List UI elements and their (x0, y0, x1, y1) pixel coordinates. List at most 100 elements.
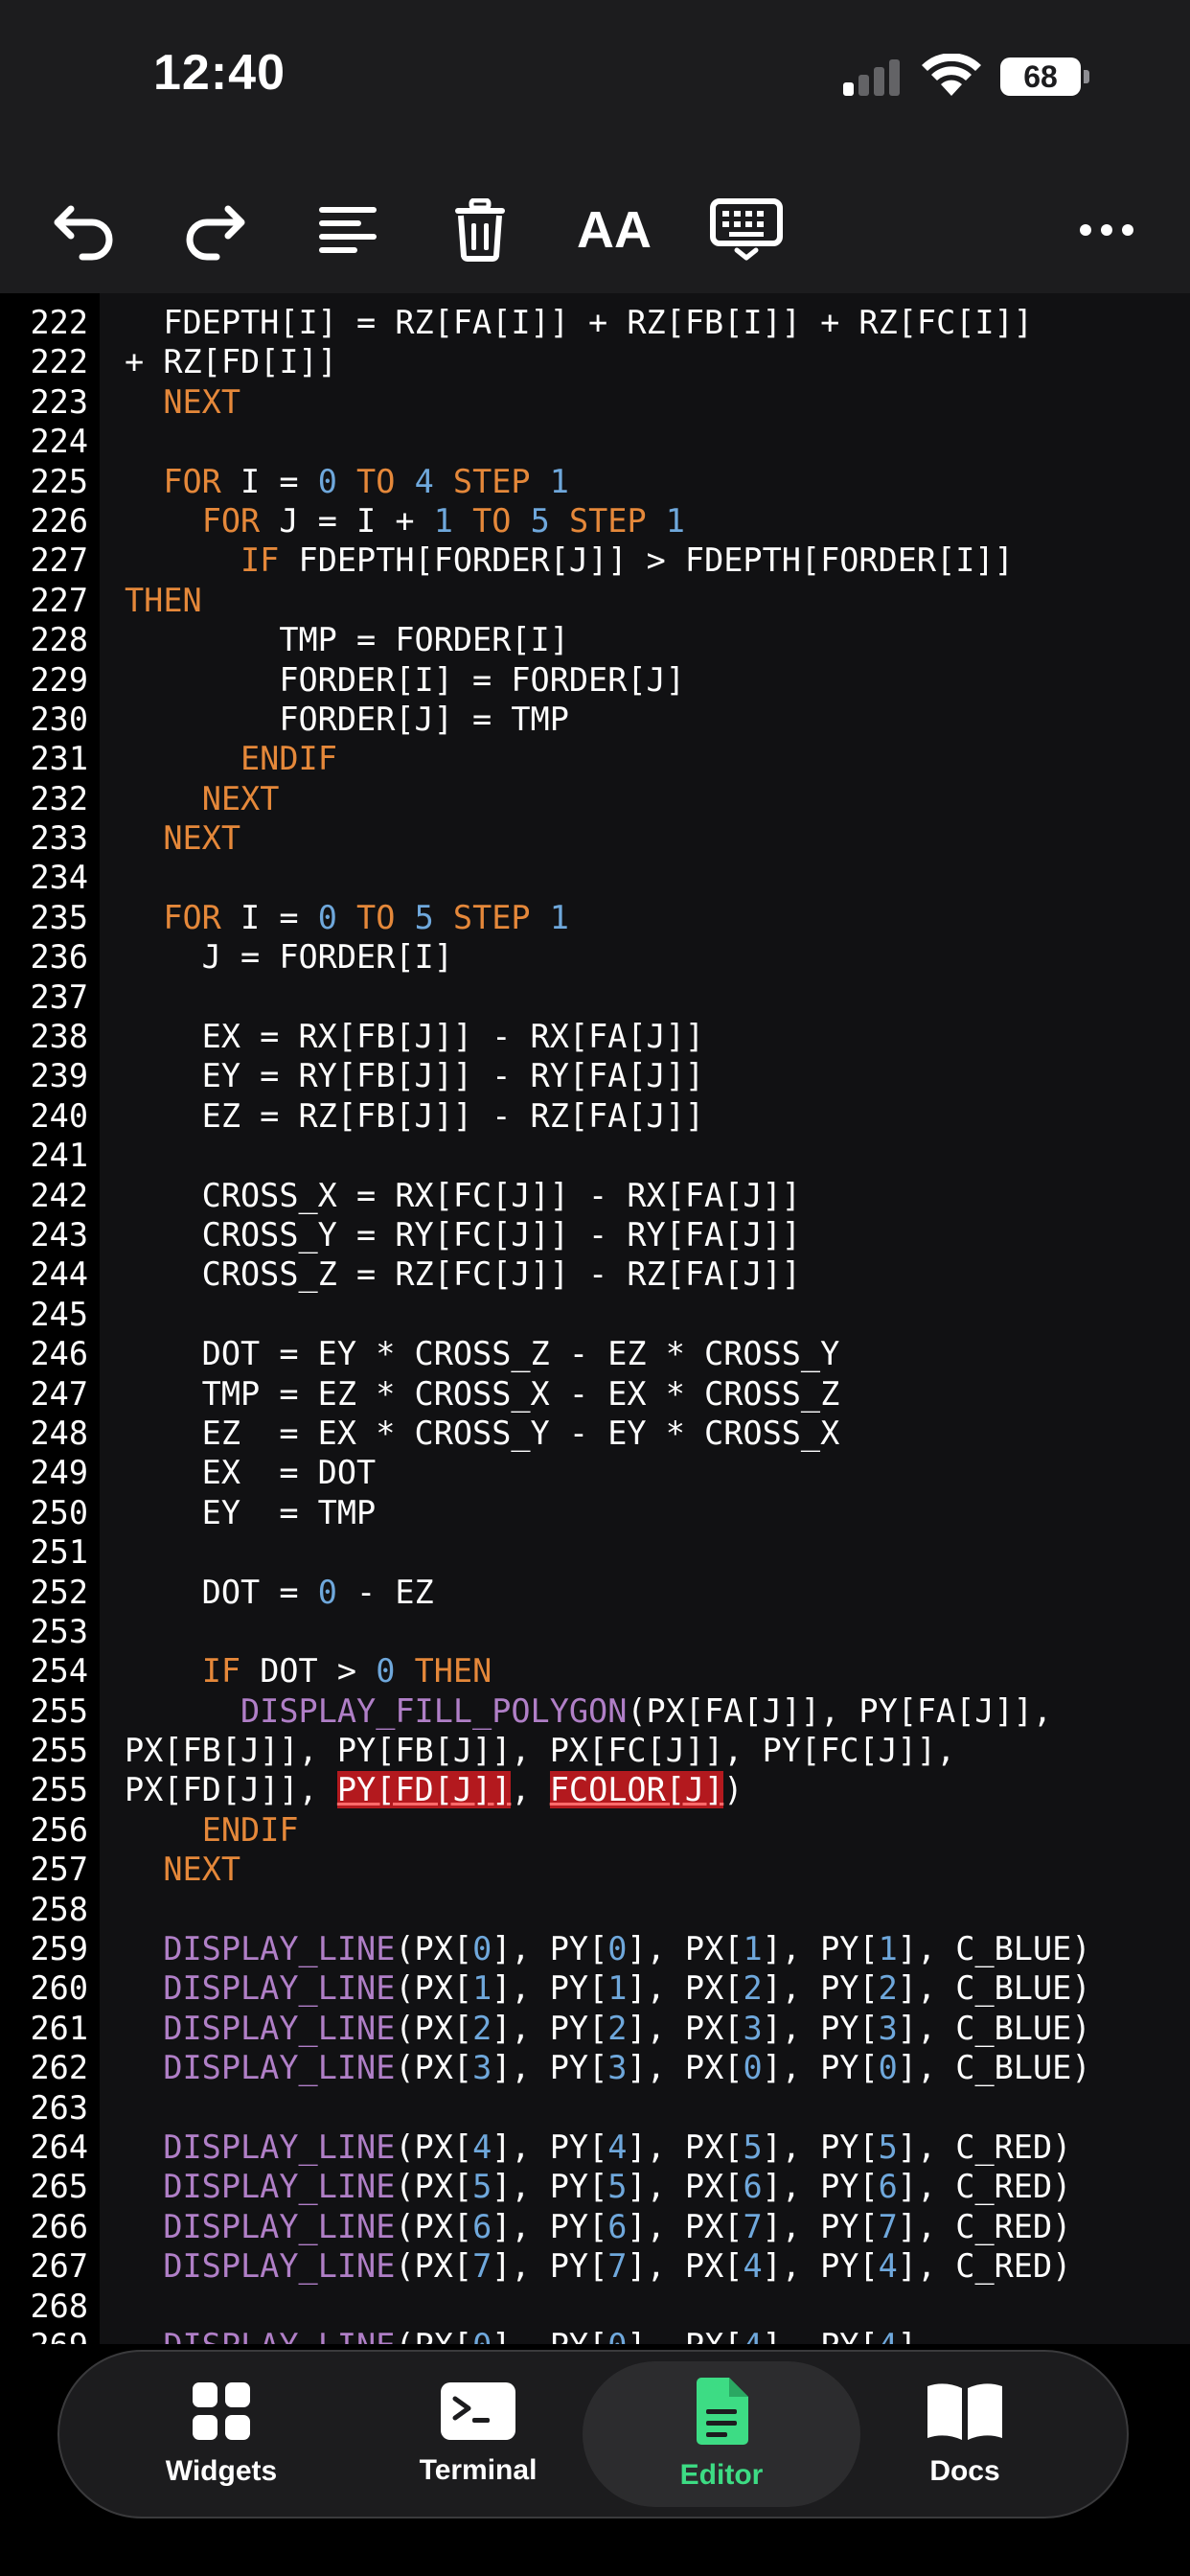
code-line[interactable]: 242 CROSS_X = RX[FC[J]] - RX[FA[J]] (0, 1176, 1190, 1215)
code-text: TMP = FORDER[I] (125, 621, 569, 659)
code-line[interactable]: 229 FORDER[I] = FORDER[J] (0, 660, 1190, 700)
code-line[interactable]: 265 DISPLAY_LINE(PX[5], PY[5], PX[6], PY… (0, 2167, 1190, 2206)
code-lines[interactable]: 222 FDEPTH[I] = RZ[FA[I]] + RZ[FB[I]] + … (0, 303, 1190, 2344)
code-line[interactable]: 237 (0, 978, 1190, 1017)
undo-button[interactable] (40, 192, 126, 268)
code-text: EY = RY[FB[J]] - RY[FA[J]] (125, 1057, 705, 1095)
tab-terminal[interactable]: Terminal (339, 2361, 617, 2507)
code-text: DISPLAY_LINE(PX[2], PY[2], PX[3], PY[3],… (163, 2009, 1091, 2047)
code-line[interactable]: 227 THEN (0, 581, 1190, 620)
code-line[interactable]: 247 TMP = EZ * CROSS_X - EX * CROSS_Z (0, 1374, 1190, 1414)
code-line[interactable]: 224 (0, 422, 1190, 461)
code-text: DISPLAY_LINE(PX[1], PY[1], PX[2], PY[2],… (163, 1969, 1091, 2008)
tab-editor[interactable]: Editor (583, 2361, 860, 2507)
code-line[interactable]: 245 (0, 1295, 1190, 1334)
code-line[interactable]: 232 NEXT (0, 779, 1190, 818)
code-line[interactable]: 236 J = FORDER[I] (0, 937, 1190, 977)
code-line[interactable]: 243 CROSS_Y = RY[FC[J]] - RY[FA[J]] (0, 1215, 1190, 1254)
code-line[interactable]: 223 NEXT (0, 382, 1190, 422)
code-line[interactable]: 262 DISPLAY_LINE(PX[3], PY[3], PX[0], PY… (0, 2048, 1190, 2087)
font-size-button[interactable]: AA (571, 192, 657, 268)
code-text: EZ = RZ[FB[J]] - RZ[FA[J]] (125, 1096, 705, 1135)
line-number: 257 (30, 1851, 88, 1889)
line-number: 243 (30, 1215, 88, 1254)
code-line[interactable]: 249 EX = DOT (0, 1453, 1190, 1492)
line-number: 244 (30, 1255, 88, 1294)
code-editor[interactable]: 222 FDEPTH[I] = RZ[FA[I]] + RZ[FB[I]] + … (0, 293, 1190, 2344)
code-line[interactable]: 230 FORDER[J] = TMP (0, 700, 1190, 739)
code-line[interactable]: 258 (0, 1890, 1190, 1929)
code-text: DOT = EY * CROSS_Z - EZ * CROSS_Y (125, 1335, 840, 1373)
delete-button[interactable] (437, 192, 523, 268)
wifi-icon (922, 54, 981, 96)
code-line[interactable]: 255 PX[FB[J]], PY[FB[J]], PX[FC[J]], PY[F… (0, 1731, 1190, 1770)
code-line[interactable]: 263 (0, 2088, 1190, 2128)
code-line[interactable]: 253 (0, 1612, 1190, 1651)
code-line[interactable]: 239 EY = RY[FB[J]] - RY[FA[J]] (0, 1056, 1190, 1095)
tab-widgets[interactable]: Widgets (82, 2361, 360, 2507)
code-text: CROSS_Z = RZ[FC[J]] - RZ[FA[J]] (125, 1255, 801, 1294)
widgets-icon (193, 2382, 250, 2440)
status-time: 12:40 (153, 45, 286, 101)
code-line[interactable]: 251 (0, 1532, 1190, 1572)
line-number: 242 (30, 1176, 88, 1214)
line-number: 248 (30, 1414, 88, 1452)
code-line[interactable]: 228 TMP = FORDER[I] (0, 620, 1190, 659)
code-line[interactable]: 227 IF FDEPTH[FORDER[J]] > FDEPTH[FORDER… (0, 540, 1190, 580)
line-number: 229 (30, 660, 88, 699)
code-line[interactable]: 241 (0, 1136, 1190, 1175)
more-button[interactable] (1064, 192, 1150, 268)
code-line[interactable]: 222 FDEPTH[I] = RZ[FA[I]] + RZ[FB[I]] + … (0, 303, 1190, 342)
code-line[interactable]: 252 DOT = 0 - EZ (0, 1573, 1190, 1612)
error-highlight: FCOLOR[J] (549, 1771, 724, 1809)
code-line[interactable]: 240 EZ = RZ[FB[J]] - RZ[FA[J]] (0, 1096, 1190, 1136)
code-line[interactable]: 267 DISPLAY_LINE(PX[7], PY[7], PX[4], PY… (0, 2246, 1190, 2286)
keyboard-button[interactable] (703, 192, 790, 268)
line-number: 269 (0, 2326, 88, 2344)
code-line[interactable]: 248 EZ = EX * CROSS_Y - EY * CROSS_X (0, 1414, 1190, 1453)
line-number: 238 (30, 1018, 88, 1056)
line-number: 222 (30, 343, 88, 381)
code-line[interactable]: 257 NEXT (0, 1850, 1190, 1889)
code-line[interactable]: 235 FOR I = 0 TO 5 STEP 1 (0, 898, 1190, 937)
line-number: 255 (30, 1771, 88, 1809)
code-line[interactable]: 234 (0, 858, 1190, 897)
line-number: 255 (30, 1732, 88, 1770)
code-line[interactable]: 264 DISPLAY_LINE(PX[4], PY[4], PX[5], PY… (0, 2128, 1190, 2167)
line-number: 233 (30, 819, 88, 858)
code-line[interactable]: 231 ENDIF (0, 739, 1190, 778)
code-text: DISPLAY_LINE(PX[3], PY[3], PX[0], PY[0],… (163, 2049, 1091, 2087)
code-line[interactable]: 255 PX[FD[J]], PY[FD[J]], FCOLOR[J]) (0, 1770, 1190, 1809)
line-number: 224 (30, 423, 88, 461)
code-line[interactable]: 259 DISPLAY_LINE(PX[0], PY[0], PX[1], PY… (0, 1929, 1190, 1968)
code-line[interactable]: 266 DISPLAY_LINE(PX[6], PY[6], PX[7], PY… (0, 2207, 1190, 2246)
code-line[interactable]: 226 FOR J = I + 1 TO 5 STEP 1 (0, 501, 1190, 540)
format-button[interactable] (305, 192, 391, 268)
code-text: EX = RX[FB[J]] - RX[FA[J]] (125, 1018, 705, 1056)
code-line[interactable]: 238 EX = RX[FB[J]] - RX[FA[J]] (0, 1017, 1190, 1056)
code-line[interactable]: 233 NEXT (0, 818, 1190, 858)
code-line[interactable]: 261 DISPLAY_LINE(PX[2], PY[2], PX[3], PY… (0, 2009, 1190, 2048)
code-text: NEXT (201, 779, 280, 817)
code-line[interactable]: 222 + RZ[FD[I]] (0, 342, 1190, 381)
line-number: 246 (30, 1335, 88, 1373)
code-line[interactable]: 254 IF DOT > 0 THEN (0, 1651, 1190, 1690)
code-line[interactable]: 246 DOT = EY * CROSS_Z - EZ * CROSS_Y (0, 1334, 1190, 1373)
code-text: J = FORDER[I] (125, 938, 453, 977)
redo-button[interactable] (172, 192, 259, 268)
code-line[interactable]: 255 DISPLAY_FILL_POLYGON(PX[FA[J]], PY[F… (0, 1691, 1190, 1731)
tab-docs[interactable]: Docs (826, 2361, 1104, 2507)
code-line[interactable]: 268 (0, 2287, 1190, 2326)
code-line[interactable]: 250 EY = TMP (0, 1493, 1190, 1532)
code-line[interactable]: 256 ENDIF (0, 1810, 1190, 1850)
code-line[interactable]: 269 DISPLAY_LINE(PX[0], PY[0], PX[4], PY… (0, 2326, 1190, 2344)
code-text: FORDER[I] = FORDER[J] (125, 660, 685, 699)
line-number: 256 (30, 1810, 88, 1849)
code-text: PX[FB[J]], PY[FB[J]], PX[FC[J]], PY[FC[J… (125, 1732, 956, 1770)
code-text: DISPLAY_LINE(PX[4], PY[4], PX[5], PY[5],… (163, 2128, 1072, 2166)
code-line[interactable]: 244 CROSS_Z = RZ[FC[J]] - RZ[FA[J]] (0, 1254, 1190, 1294)
line-number: 264 (30, 2128, 88, 2166)
code-text: PX[FD[J]], PY[FD[J]], FCOLOR[J]) (125, 1771, 744, 1809)
code-line[interactable]: 225 FOR I = 0 TO 4 STEP 1 (0, 462, 1190, 501)
code-line[interactable]: 260 DISPLAY_LINE(PX[1], PY[1], PX[2], PY… (0, 1968, 1190, 2008)
